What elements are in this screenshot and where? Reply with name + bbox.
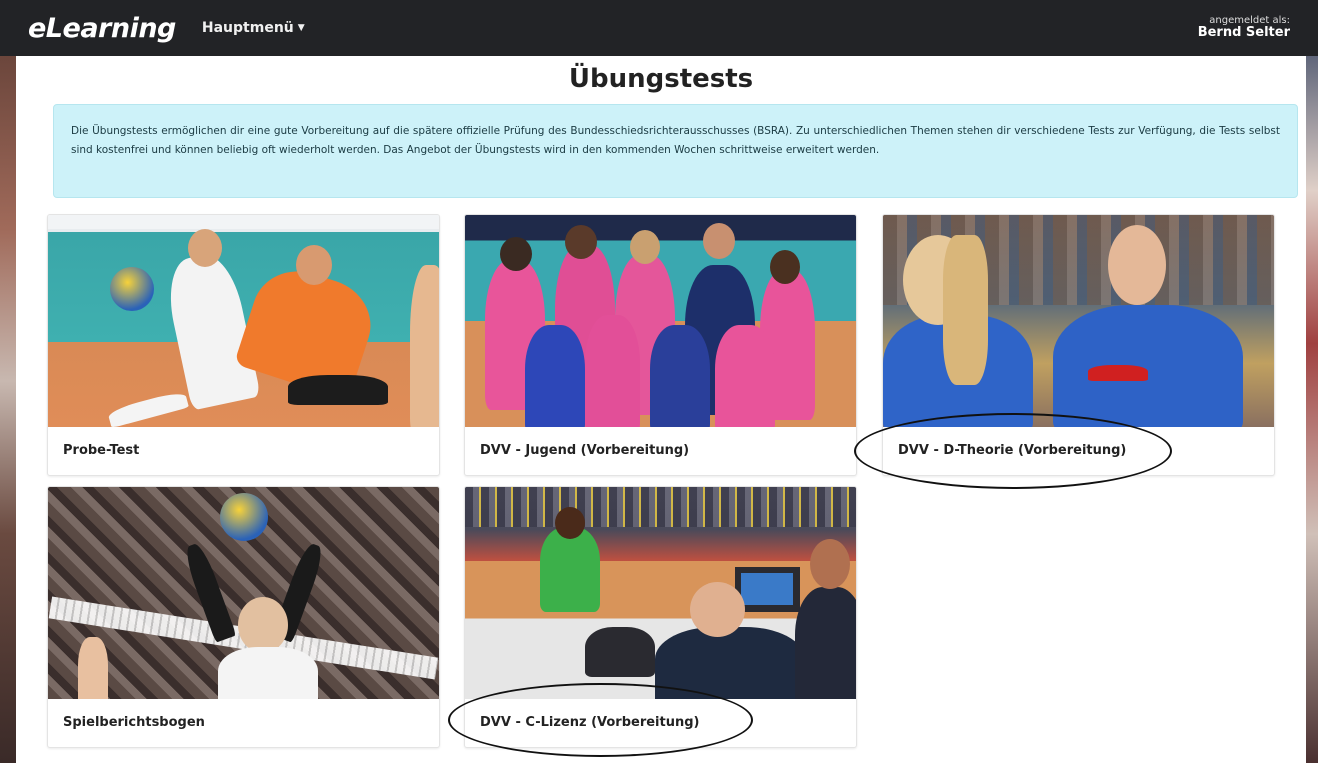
test-card-c-lizenz[interactable]: DVV - C-Lizenz (Vorbereitung) [464, 486, 857, 748]
test-card-jugend[interactable]: DVV - Jugend (Vorbereitung) [464, 214, 857, 476]
scorer-table-photo [465, 487, 856, 699]
test-card-spielberichtsbogen[interactable]: Spielberichtsbogen [47, 486, 440, 748]
top-navbar: eLearning Hauptmenü ▼ angemeldet als: Be… [0, 0, 1318, 56]
card-label: Probe-Test [63, 442, 140, 458]
volleyball-set-photo [48, 487, 439, 699]
main-content: Übungstests Die Übungstests ermöglichen … [16, 56, 1306, 763]
page-title: Übungstests [568, 64, 754, 94]
test-card-d-theorie[interactable]: DVV - D-Theorie (Vorbereitung) [882, 214, 1275, 476]
card-label: DVV - D-Theorie (Vorbereitung) [898, 442, 1127, 458]
test-card-probe[interactable]: Probe-Test [47, 214, 440, 476]
team-huddle-photo [465, 215, 856, 427]
volleyball-dig-photo [48, 215, 439, 427]
brand-logo[interactable]: eLearning [28, 13, 176, 44]
players-blue-jerseys-photo [883, 215, 1274, 427]
card-label: DVV - C-Lizenz (Vorbereitung) [480, 714, 700, 730]
main-menu-label: Hauptmenü [201, 20, 294, 36]
caret-down-icon: ▼ [297, 23, 305, 33]
card-label: DVV - Jugend (Vorbereitung) [480, 442, 690, 458]
main-menu-dropdown[interactable]: Hauptmenü ▼ [202, 20, 305, 36]
user-name[interactable]: Bernd Selter [1198, 25, 1290, 41]
user-info: angemeldet als: Bernd Selter [1198, 15, 1290, 41]
info-alert: Die Übungstests ermöglichen dir eine gut… [53, 104, 1298, 198]
card-label: Spielberichtsbogen [63, 714, 205, 730]
